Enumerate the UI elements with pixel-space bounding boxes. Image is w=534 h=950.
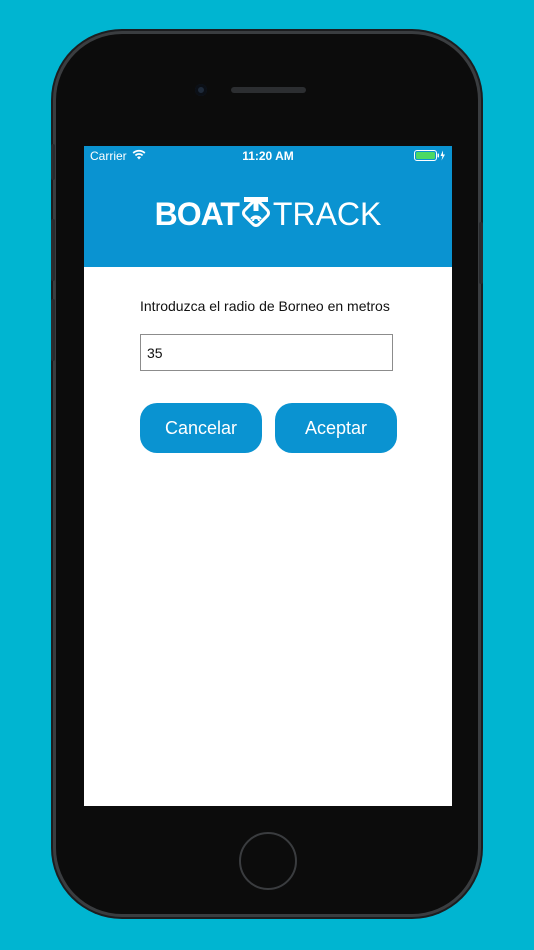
status-time: 11:20 AM <box>242 149 294 163</box>
volume-up-button <box>51 219 55 281</box>
front-camera <box>195 84 207 96</box>
power-button <box>479 222 483 284</box>
radius-prompt-label: Introduzca el radio de Borneo en metros <box>140 298 390 314</box>
home-button[interactable] <box>239 832 297 890</box>
volume-down-button <box>51 299 55 361</box>
status-bar: Carrier 11:20 AM <box>84 146 452 166</box>
accept-button[interactable]: Aceptar <box>275 403 397 453</box>
earpiece-speaker <box>231 87 306 93</box>
battery-charging-icon <box>414 150 446 164</box>
boattrack-logo: BOAT TRACK <box>84 194 452 234</box>
logo-text-track: TRACK <box>272 195 382 232</box>
radius-input[interactable] <box>140 334 393 371</box>
phone-frame: Carrier 11:20 AM BOAT TRACK Introduzca e… <box>51 34 483 914</box>
logo-text-boat: BOAT <box>154 195 240 232</box>
cancel-button[interactable]: Cancelar <box>140 403 262 453</box>
silent-switch <box>51 144 55 180</box>
logo-anchor-icon <box>241 195 271 234</box>
app-header: Carrier 11:20 AM BOAT TRACK <box>84 146 452 267</box>
screen: Carrier 11:20 AM BOAT TRACK Introduzca e… <box>84 146 452 806</box>
